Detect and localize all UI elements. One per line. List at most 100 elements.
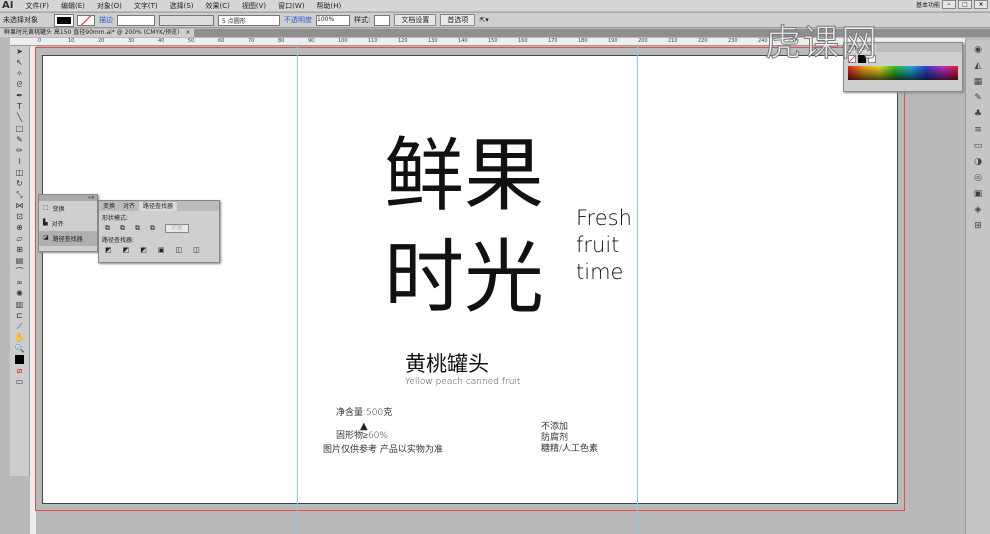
direct-selection-icon[interactable]: ↖ <box>14 58 26 68</box>
fill-swatch[interactable] <box>54 13 74 27</box>
eraser-icon[interactable]: ◫ <box>14 168 26 178</box>
artboards-icon[interactable]: ⊞ <box>971 220 985 232</box>
menu-window[interactable]: 窗口(W) <box>272 1 310 11</box>
stroke-icon[interactable]: ≡ <box>971 124 985 136</box>
crop-icon[interactable]: ▣ <box>158 246 165 254</box>
outline-icon[interactable]: ◫ <box>176 246 183 254</box>
artboard-tool-icon[interactable]: ⊏ <box>14 311 26 321</box>
menu-view[interactable]: 视图(V) <box>236 1 272 11</box>
close-tab-icon[interactable]: × <box>185 29 190 37</box>
gradient-icon[interactable]: ▭ <box>971 140 985 152</box>
panel-item-transform[interactable]: ⬚ 变换 <box>39 201 97 216</box>
minus-front-icon[interactable]: ⧉ <box>120 224 125 233</box>
perspective-icon[interactable]: ▱ <box>14 234 26 244</box>
divide-icon[interactable]: ◩ <box>105 246 112 254</box>
lasso-icon[interactable]: ᘓ <box>14 80 26 90</box>
expand-button[interactable]: 扩展 <box>165 224 190 233</box>
pencil-icon[interactable]: ✏ <box>14 146 26 156</box>
document-setup-button[interactable]: 文档设置 <box>394 14 437 26</box>
product-name[interactable]: 黄桃罐头 <box>405 348 489 378</box>
workspace-switcher[interactable]: 基本功能 <box>916 0 940 9</box>
color-icon[interactable]: ◉ <box>971 44 985 56</box>
magic-wand-icon[interactable]: ✧ <box>14 69 26 79</box>
product-name-en[interactable]: Yellow peach canned fruit <box>405 377 520 387</box>
rectangle-tool-icon[interactable]: □ <box>14 124 26 134</box>
blob-brush-icon[interactable]: ⌇ <box>14 157 26 167</box>
claim-line[interactable]: 糖精/人工色素 <box>541 444 598 455</box>
guide-line[interactable] <box>297 46 298 534</box>
hand-tool-icon[interactable]: ✋ <box>14 333 26 343</box>
menu-type[interactable]: 文字(T) <box>128 1 164 11</box>
zoom-tool-icon[interactable]: 🔍 <box>14 344 26 354</box>
blend-icon[interactable]: ∞ <box>14 278 26 288</box>
merge-icon[interactable]: ◩ <box>140 246 147 254</box>
fill-stroke-icon[interactable] <box>14 355 26 365</box>
appearance-icon[interactable]: ◎ <box>971 172 985 184</box>
panel-item-align[interactable]: ▙ 对齐 <box>39 216 97 231</box>
paintbrush-icon[interactable]: ✎ <box>14 135 26 145</box>
intersect-icon[interactable]: ⧉ <box>135 224 140 233</box>
unite-icon[interactable]: ⧉ <box>105 224 110 233</box>
english-word[interactable]: time <box>576 259 632 286</box>
none-color-icon[interactable]: ⧄ <box>14 366 26 376</box>
brushes-icon[interactable]: ✎ <box>971 92 985 104</box>
menu-help[interactable]: 帮助(H) <box>311 1 348 11</box>
line-tool-icon[interactable]: ╲ <box>14 113 26 123</box>
shape-builder-icon[interactable]: ⊕ <box>14 223 26 233</box>
slice-tool-icon[interactable]: ⟋ <box>14 322 26 332</box>
exclude-icon[interactable]: ⧉ <box>150 224 155 233</box>
graphic-styles-icon[interactable]: ▣ <box>971 188 985 200</box>
minus-back-icon[interactable]: ◫ <box>193 246 200 254</box>
restore-button[interactable]: □ <box>958 0 972 9</box>
style-select[interactable] <box>374 14 391 26</box>
variable-width-select[interactable] <box>159 14 214 26</box>
opacity-input[interactable]: 100% <box>316 14 350 26</box>
stroke-weight-input[interactable] <box>117 14 155 26</box>
english-word[interactable]: Fresh <box>576 205 632 232</box>
selection-tool-icon[interactable]: ➤ <box>14 47 26 57</box>
scale-icon[interactable]: ⤡ <box>14 190 26 200</box>
title-line-2[interactable]: 时光 <box>384 230 544 326</box>
gradient-icon[interactable]: ▤ <box>14 256 26 266</box>
tab-align[interactable]: 对齐 <box>119 202 140 211</box>
net-weight[interactable]: 净含量:500克 <box>336 405 392 418</box>
brush-select[interactable]: 5 点圆形 <box>218 14 280 26</box>
trim-icon[interactable]: ◩ <box>123 246 130 254</box>
panel-item-pathfinder[interactable]: ◪ 路径查找器 <box>39 231 97 246</box>
menu-select[interactable]: 选择(S) <box>164 1 200 11</box>
transparency-icon[interactable]: ◑ <box>971 156 985 168</box>
tab-transform[interactable]: 变换 <box>99 202 120 211</box>
free-transform-icon[interactable]: ⊡ <box>14 212 26 222</box>
width-tool-icon[interactable]: ⋈ <box>14 201 26 211</box>
title-line-1[interactable]: 鲜果 <box>384 128 544 224</box>
close-button[interactable]: × <box>974 0 988 9</box>
swatches-icon[interactable]: ▦ <box>971 76 985 88</box>
claim-line[interactable]: 不添加 <box>541 422 598 433</box>
arrange-icon[interactable]: ⇱▾ <box>479 16 488 24</box>
mesh-icon[interactable]: ⊞ <box>14 245 26 255</box>
menu-file[interactable]: 文件(F) <box>19 1 55 11</box>
document-tab[interactable]: 鲜果时光黄桃罐头 高150 直径90mm.ai* @ 200% (CMYK/预览… <box>0 29 195 37</box>
color-spectrum[interactable] <box>848 66 958 80</box>
disclaimer[interactable]: 图片仅供参考 产品以实物为准 <box>323 442 443 455</box>
tab-pathfinder[interactable]: 路径查找器 <box>139 202 178 211</box>
menu-effect[interactable]: 效果(C) <box>200 1 236 11</box>
type-tool-icon[interactable]: T <box>14 102 26 112</box>
menu-edit[interactable]: 编辑(E) <box>55 1 91 11</box>
graph-tool-icon[interactable]: ▥ <box>14 300 26 310</box>
layers-icon[interactable]: ◈ <box>971 204 985 216</box>
english-word[interactable]: fruit <box>576 232 632 259</box>
stroke-swatch[interactable] <box>77 14 95 26</box>
eyedropper-icon[interactable]: ⌒ <box>14 267 26 277</box>
menu-object[interactable]: 对象(O) <box>91 1 128 11</box>
preferences-button[interactable]: 首选项 <box>440 14 476 26</box>
rotate-icon[interactable]: ↻ <box>14 179 26 189</box>
color-guide-icon[interactable]: ◭ <box>971 60 985 72</box>
claim-line[interactable]: 防腐剂 <box>541 433 598 444</box>
minimize-button[interactable]: – <box>942 0 956 9</box>
stroke-label[interactable]: 描边 <box>99 15 113 25</box>
screen-mode-icon[interactable]: ▭ <box>14 377 26 387</box>
opacity-label[interactable]: 不透明度 <box>284 15 312 25</box>
symbols-icon[interactable]: ♣ <box>971 108 985 120</box>
guide-line[interactable] <box>637 46 638 534</box>
